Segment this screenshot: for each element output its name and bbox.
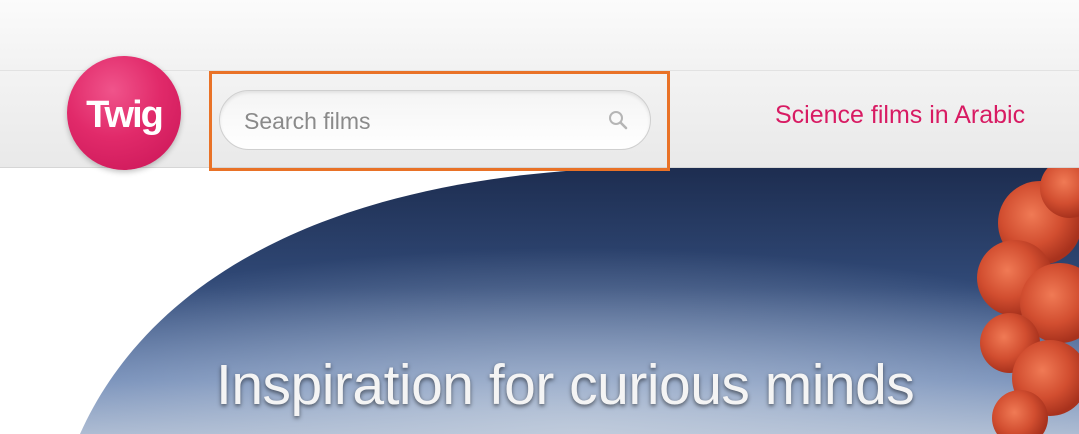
- hero-heading: Inspiration for curious minds: [216, 353, 915, 417]
- search-highlight-box: [209, 71, 670, 171]
- nav-link-science-films-arabic[interactable]: Science films in Arabic: [775, 101, 1025, 130]
- logo-text: Twig: [86, 93, 164, 136]
- twig-logo[interactable]: Twig: [67, 56, 181, 170]
- page: Twig Science films in Arabic: [0, 0, 1079, 434]
- browser-top-strip: [0, 0, 1079, 70]
- hero-banner: Inspiration for curious minds: [0, 168, 1079, 434]
